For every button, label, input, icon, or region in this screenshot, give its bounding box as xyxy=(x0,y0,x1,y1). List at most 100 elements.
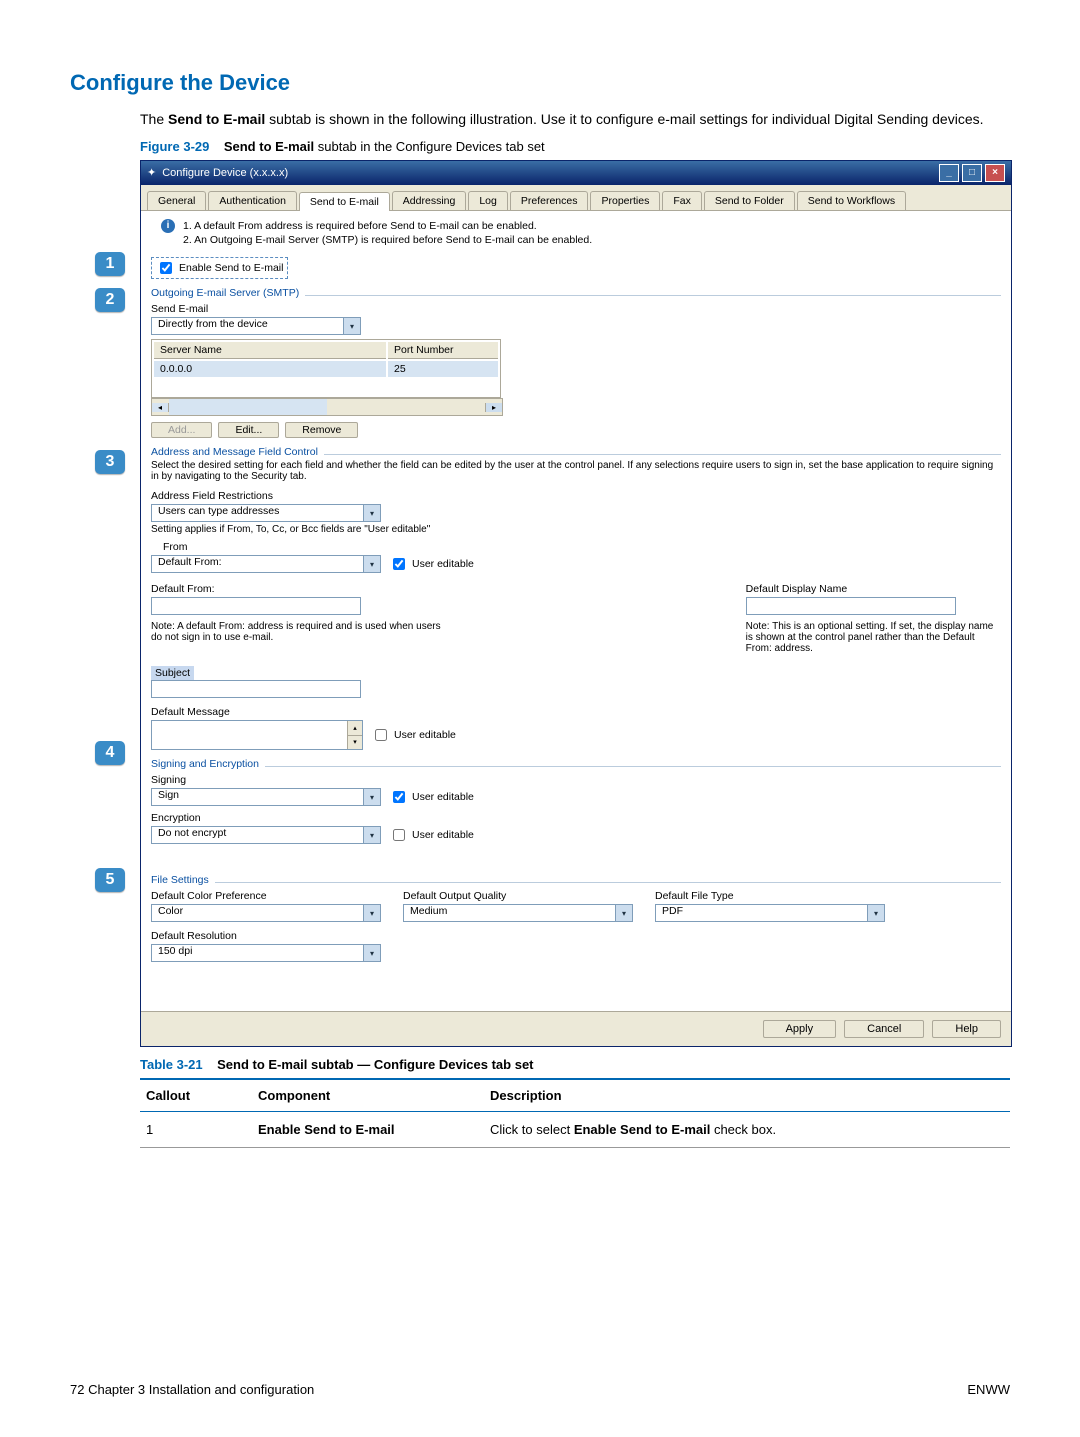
filetype-select[interactable]: PDF ▾ xyxy=(655,904,885,922)
encryption-value: Do not encrypt xyxy=(155,827,226,839)
signing-select[interactable]: Sign ▾ xyxy=(151,788,381,806)
tab-send-to-workflows[interactable]: Send to Workflows xyxy=(797,191,906,210)
quality-value: Medium xyxy=(407,905,447,917)
th-component: Component xyxy=(252,1079,484,1112)
signing-group-label: Signing and Encryption xyxy=(151,758,265,770)
tab-general[interactable]: General xyxy=(147,191,206,210)
from-label: From xyxy=(163,541,1001,553)
section-title: Configure the Device xyxy=(70,70,1010,96)
tab-preferences[interactable]: Preferences xyxy=(510,191,589,210)
default-from-input[interactable] xyxy=(151,597,361,615)
close-icon[interactable]: × xyxy=(985,164,1005,182)
encryption-label: Encryption xyxy=(151,812,1001,824)
send-email-select[interactable]: Directly from the device ▾ xyxy=(151,317,361,335)
encryption-user-editable-checkbox[interactable]: User editable xyxy=(389,826,474,844)
spin-down-icon[interactable]: ▾ xyxy=(348,736,362,750)
tab-properties[interactable]: Properties xyxy=(590,191,660,210)
port-header: Port Number xyxy=(388,342,498,359)
signing-user-editable-checkbox[interactable]: User editable xyxy=(389,788,474,806)
figure-bold: Send to E-mail xyxy=(224,139,314,154)
subject-label: Subject xyxy=(151,666,194,680)
figure-number: Figure 3-29 xyxy=(140,139,209,154)
add-button[interactable]: Add... xyxy=(151,422,212,438)
checkbox-input[interactable] xyxy=(393,791,405,803)
default-message-label: Default Message xyxy=(151,706,1001,718)
info-text: 1. A default From address is required be… xyxy=(183,219,592,247)
th-callout: Callout xyxy=(140,1079,252,1112)
checkbox-input[interactable] xyxy=(375,729,387,741)
h-scrollbar[interactable]: ◂ ▸ xyxy=(151,398,503,416)
th-description: Description xyxy=(484,1079,1010,1112)
titlebar: ✦ Configure Device (x.x.x.x) _ □ × xyxy=(141,161,1011,185)
enable-send-to-email-checkbox[interactable]: Enable Send to E-mail xyxy=(151,257,288,279)
resolution-select[interactable]: 150 dpi ▾ xyxy=(151,944,381,962)
tab-log[interactable]: Log xyxy=(468,191,508,210)
default-message-input[interactable]: ▴▾ xyxy=(151,720,363,750)
info-line-2: 2. An Outgoing E-mail Server (SMTP) is r… xyxy=(183,233,592,247)
filetype-label: Default File Type xyxy=(655,890,895,902)
callout-3: 3 xyxy=(95,450,125,474)
chevron-down-icon: ▾ xyxy=(363,556,380,572)
encryption-select[interactable]: Do not encrypt ▾ xyxy=(151,826,381,844)
subject-input[interactable] xyxy=(151,680,361,698)
from-select[interactable]: Default From: ▾ xyxy=(151,555,381,573)
row-description: Click to select Enable Send to E-mail ch… xyxy=(484,1111,1010,1147)
info-icon: i xyxy=(161,219,175,233)
table-row[interactable]: 0.0.0.0 25 xyxy=(154,361,498,377)
figure-rest: subtab in the Configure Devices tab set xyxy=(314,139,545,154)
intro-pre: The xyxy=(140,111,168,127)
default-display-input[interactable] xyxy=(746,597,956,615)
intro-post: subtab is shown in the following illustr… xyxy=(265,111,983,127)
tab-fax[interactable]: Fax xyxy=(662,191,702,210)
table-row: 1 Enable Send to E-mail Click to select … xyxy=(140,1111,1010,1147)
remove-button[interactable]: Remove xyxy=(285,422,358,438)
scroll-left-icon[interactable]: ◂ xyxy=(152,403,169,412)
from-user-editable-checkbox[interactable]: User editable xyxy=(389,555,474,573)
tab-send-to-folder[interactable]: Send to Folder xyxy=(704,191,795,210)
quality-select[interactable]: Medium ▾ xyxy=(403,904,633,922)
enable-checkbox-input[interactable] xyxy=(160,262,172,274)
callout-table: Callout Component Description 1 Enable S… xyxy=(140,1078,1010,1148)
tab-send-to-email[interactable]: Send to E-mail xyxy=(299,192,390,211)
minimize-icon[interactable]: _ xyxy=(939,164,959,182)
enable-label: Enable Send to E-mail xyxy=(179,262,283,274)
cancel-button[interactable]: Cancel xyxy=(844,1020,924,1038)
callout-1: 1 xyxy=(95,252,125,276)
checkbox-input[interactable] xyxy=(393,558,405,570)
user-editable-label: User editable xyxy=(412,791,474,803)
scroll-right-icon[interactable]: ▸ xyxy=(485,403,502,412)
help-button[interactable]: Help xyxy=(932,1020,1001,1038)
port-value: 25 xyxy=(388,361,498,377)
addr-applies-text: Setting applies if From, To, Cc, or Bcc … xyxy=(151,524,1001,535)
maximize-icon[interactable]: □ xyxy=(962,164,982,182)
signing-value: Sign xyxy=(155,789,179,801)
color-pref-label: Default Color Preference xyxy=(151,890,391,902)
default-display-label: Default Display Name xyxy=(746,583,1001,595)
edit-button[interactable]: Edit... xyxy=(218,422,279,438)
footer-left: 72 Chapter 3 Installation and configurat… xyxy=(70,1382,314,1397)
desc-pre: Click to select xyxy=(490,1122,574,1137)
table-title: Send to E-mail subtab — Configure Device… xyxy=(217,1057,533,1072)
spin-up-icon[interactable]: ▴ xyxy=(348,721,362,736)
addr-restrictions-select[interactable]: Users can type addresses ▾ xyxy=(151,504,381,522)
file-settings-group-label: File Settings xyxy=(151,874,215,886)
tab-authentication[interactable]: Authentication xyxy=(208,191,297,210)
chevron-down-icon: ▾ xyxy=(867,905,884,921)
callout-2: 2 xyxy=(95,288,125,312)
chevron-down-icon: ▾ xyxy=(343,318,360,334)
from-value: Default From: xyxy=(155,556,222,568)
tab-addressing[interactable]: Addressing xyxy=(392,191,467,210)
chevron-down-icon: ▾ xyxy=(363,905,380,921)
checkbox-input[interactable] xyxy=(393,829,405,841)
app-icon: ✦ xyxy=(147,166,156,179)
chevron-down-icon: ▾ xyxy=(363,789,380,805)
server-name-header: Server Name xyxy=(154,342,386,359)
chevron-down-icon: ▾ xyxy=(615,905,632,921)
table-caption: Table 3-21 Send to E-mail subtab — Confi… xyxy=(140,1057,1010,1072)
tab-strip: General Authentication Send to E-mail Ad… xyxy=(141,185,1011,211)
color-pref-select[interactable]: Color ▾ xyxy=(151,904,381,922)
user-editable-label: User editable xyxy=(394,729,456,741)
message-user-editable-checkbox[interactable]: User editable xyxy=(371,726,456,744)
row-component: Enable Send to E-mail xyxy=(258,1122,395,1137)
apply-button[interactable]: Apply xyxy=(763,1020,837,1038)
